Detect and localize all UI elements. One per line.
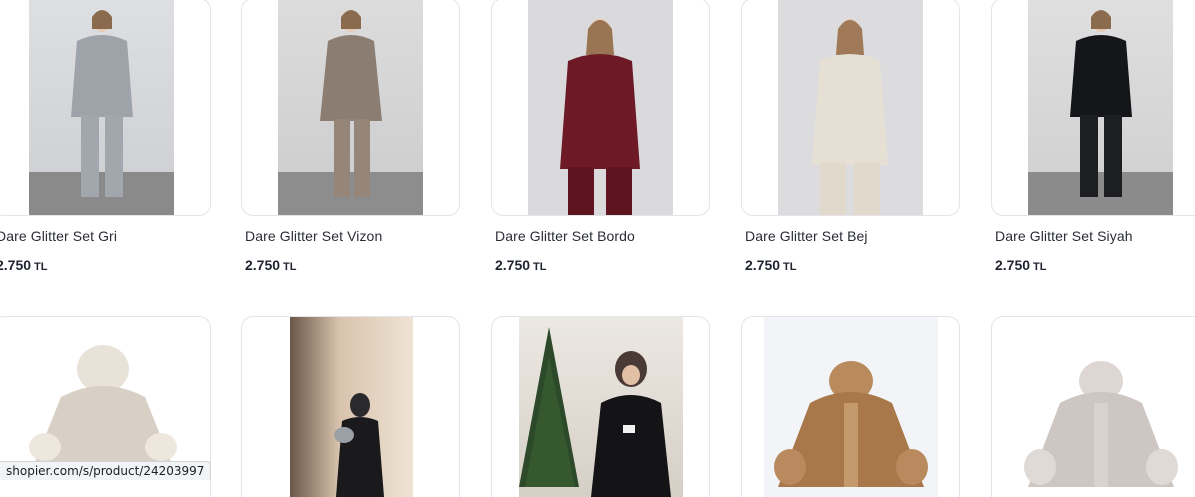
product-image[interactable]	[0, 0, 211, 216]
product-price: 2.750TL	[995, 257, 1047, 275]
product-price: 2.750TL	[0, 257, 48, 275]
product-name[interactable]: Dare Glitter Set Gri	[0, 228, 117, 244]
price-amount: 2.750	[745, 257, 781, 273]
product-image[interactable]	[241, 316, 460, 497]
product-image[interactable]	[491, 0, 710, 216]
product-price: 2.750TL	[745, 257, 797, 275]
product-image[interactable]	[491, 316, 710, 497]
product-image[interactable]	[741, 316, 960, 497]
price-amount: 2.750	[0, 257, 32, 273]
product-name[interactable]: Dare Glitter Set Bordo	[495, 228, 635, 244]
price-amount: 2.750	[245, 257, 281, 273]
price-currency: TL	[283, 261, 297, 273]
price-amount: 2.750	[495, 257, 531, 273]
product-image[interactable]	[241, 0, 460, 216]
product-name[interactable]: Dare Glitter Set Bej	[745, 228, 868, 244]
price-currency: TL	[533, 261, 547, 273]
product-name[interactable]: Dare Glitter Set Vizon	[245, 228, 382, 244]
status-bar-url: shopier.com/s/product/24203997	[0, 461, 212, 480]
product-image[interactable]	[991, 316, 1195, 497]
price-currency: TL	[783, 261, 797, 273]
product-price: 2.750TL	[245, 257, 297, 275]
product-image[interactable]	[991, 0, 1195, 216]
price-currency: TL	[34, 261, 48, 273]
product-image[interactable]	[741, 0, 960, 216]
product-name[interactable]: Dare Glitter Set Siyah	[995, 228, 1133, 244]
price-amount: 2.750	[995, 257, 1031, 273]
price-currency: TL	[1033, 261, 1047, 273]
product-price: 2.750TL	[495, 257, 547, 275]
product-grid: Dare Glitter Set Gri 2.750TL Dare Glitte…	[0, 0, 1195, 497]
